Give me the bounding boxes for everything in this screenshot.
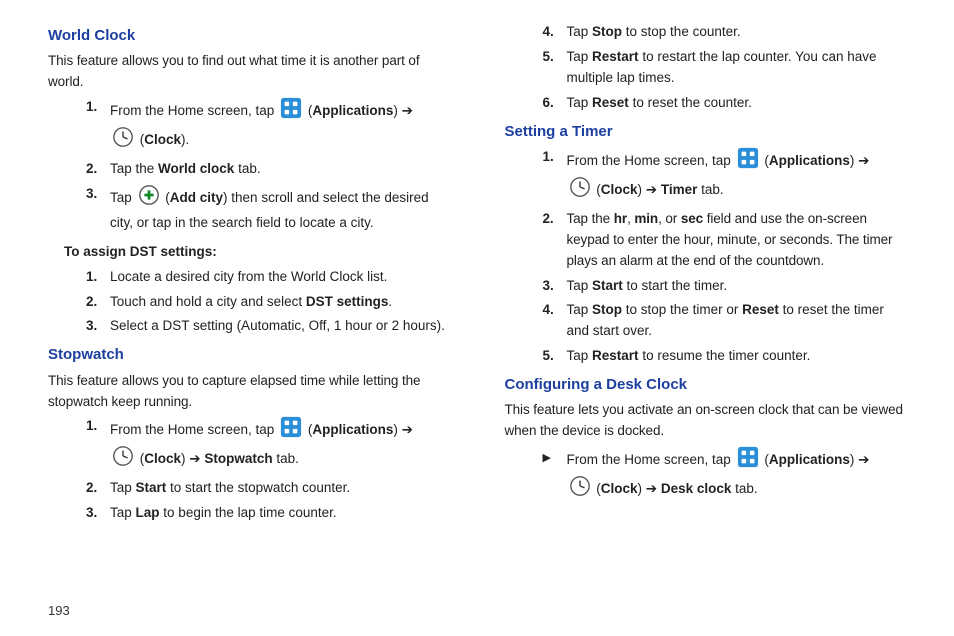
label-lap: Lap (136, 505, 160, 520)
text: to begin the lap time counter. (160, 505, 337, 520)
label-add-city: Add city (170, 190, 223, 205)
tm-step-2: Tap the hr, min, or sec field and use th… (543, 209, 907, 272)
applications-icon (737, 446, 759, 475)
label-hr: hr (614, 211, 627, 226)
sw-step-5: Tap Restart to restart the lap counter. … (543, 47, 907, 89)
dst-step-1: Locate a desired city from the World Clo… (86, 267, 450, 288)
label-stop: Stop (592, 302, 622, 317)
clock-icon (569, 176, 591, 205)
text: Tap the (567, 211, 614, 226)
label-restart: Restart (592, 348, 639, 363)
text: Touch and hold a city and select (110, 294, 306, 309)
intro-desk-clock: This feature lets you activate an on-scr… (505, 400, 907, 442)
text: From the Home screen, tap (110, 103, 278, 118)
text: tab. (697, 182, 723, 197)
page-number: 193 (48, 603, 70, 618)
heading-world-clock: World Clock (48, 24, 450, 47)
text: , or (658, 211, 681, 226)
label-start: Start (592, 278, 623, 293)
clock-icon (112, 126, 134, 155)
text: From the Home screen, tap (110, 423, 278, 438)
label-applications: Applications (312, 103, 393, 118)
tm-step-1: From the Home screen, tap (Applications)… (543, 147, 907, 205)
desk-step-1: From the Home screen, tap (Applications)… (505, 446, 907, 504)
text: Tap (567, 278, 593, 293)
sw-step-4: Tap Stop to stop the counter. (543, 22, 907, 43)
wc-step-1: From the Home screen, tap (Applications)… (86, 97, 450, 155)
label-applications: Applications (769, 153, 850, 168)
wc-step-2: Tap the World clock tab. (86, 159, 450, 180)
text: to resume the timer counter. (639, 348, 811, 363)
label-min: min (634, 211, 658, 226)
dst-step-2: Touch and hold a city and select DST set… (86, 292, 450, 313)
label-desk-clock-tab: Desk clock (661, 481, 732, 496)
clock-icon (569, 475, 591, 504)
text: Tap (567, 95, 593, 110)
label-clock: Clock (144, 451, 181, 466)
text: From the Home screen, tap (567, 153, 735, 168)
intro-stopwatch: This feature allows you to capture elaps… (48, 371, 450, 413)
applications-icon (280, 97, 302, 126)
sw-step-6: Tap Reset to reset the counter. (543, 93, 907, 114)
tm-step-5: Tap Restart to resume the timer counter. (543, 346, 907, 367)
text: to stop the timer or (622, 302, 742, 317)
text: Tap the (110, 161, 158, 176)
label-stop: Stop (592, 24, 622, 39)
text: Tap (567, 302, 593, 317)
label-start: Start (136, 480, 167, 495)
tm-step-3: Tap Start to start the timer. (543, 276, 907, 297)
text: Tap (110, 190, 136, 205)
text: Tap (567, 49, 593, 64)
label-applications: Applications (312, 423, 393, 438)
sw-step-1: From the Home screen, tap (Applications)… (86, 416, 450, 474)
wc-step-3: Tap (Add city) then scroll and select th… (86, 184, 450, 234)
clock-icon (112, 445, 134, 474)
label-reset: Reset (742, 302, 779, 317)
tm-step-4: Tap Stop to stop the timer or Reset to r… (543, 300, 907, 342)
text: to start the timer. (623, 278, 727, 293)
heading-stopwatch: Stopwatch (48, 343, 450, 366)
heading-timer: Setting a Timer (505, 120, 907, 143)
heading-desk-clock: Configuring a Desk Clock (505, 373, 907, 396)
text: From the Home screen, tap (567, 452, 735, 467)
label-timer-tab: Timer (661, 182, 698, 197)
add-city-icon (138, 184, 160, 213)
label-clock: Clock (144, 132, 181, 147)
label-reset: Reset (592, 95, 629, 110)
text: tab. (731, 481, 757, 496)
applications-icon (280, 416, 302, 445)
label-restart: Restart (592, 49, 639, 64)
text: Tap (110, 505, 136, 520)
sw-step-3: Tap Lap to begin the lap time counter. (86, 503, 450, 524)
text: Tap (110, 480, 136, 495)
dst-step-3: Select a DST setting (Automatic, Off, 1 … (86, 316, 450, 337)
label-clock: Clock (601, 182, 638, 197)
label-applications: Applications (769, 452, 850, 467)
subhead-dst: To assign DST settings: (64, 242, 450, 263)
text: tab. (273, 451, 299, 466)
label-world-clock-tab: World clock (158, 161, 234, 176)
label-stopwatch-tab: Stopwatch (204, 451, 272, 466)
text: to stop the counter. (622, 24, 741, 39)
text: tab. (234, 161, 260, 176)
label-clock: Clock (601, 481, 638, 496)
label-sec: sec (681, 211, 703, 226)
text: Tap (567, 24, 593, 39)
text: Tap (567, 348, 593, 363)
intro-world-clock: This feature allows you to find out what… (48, 51, 450, 93)
sw-step-2: Tap Start to start the stopwatch counter… (86, 478, 450, 499)
label-dst-settings: DST settings (306, 294, 389, 309)
applications-icon (737, 147, 759, 176)
text: to start the stopwatch counter. (166, 480, 350, 495)
text: to reset the counter. (629, 95, 752, 110)
